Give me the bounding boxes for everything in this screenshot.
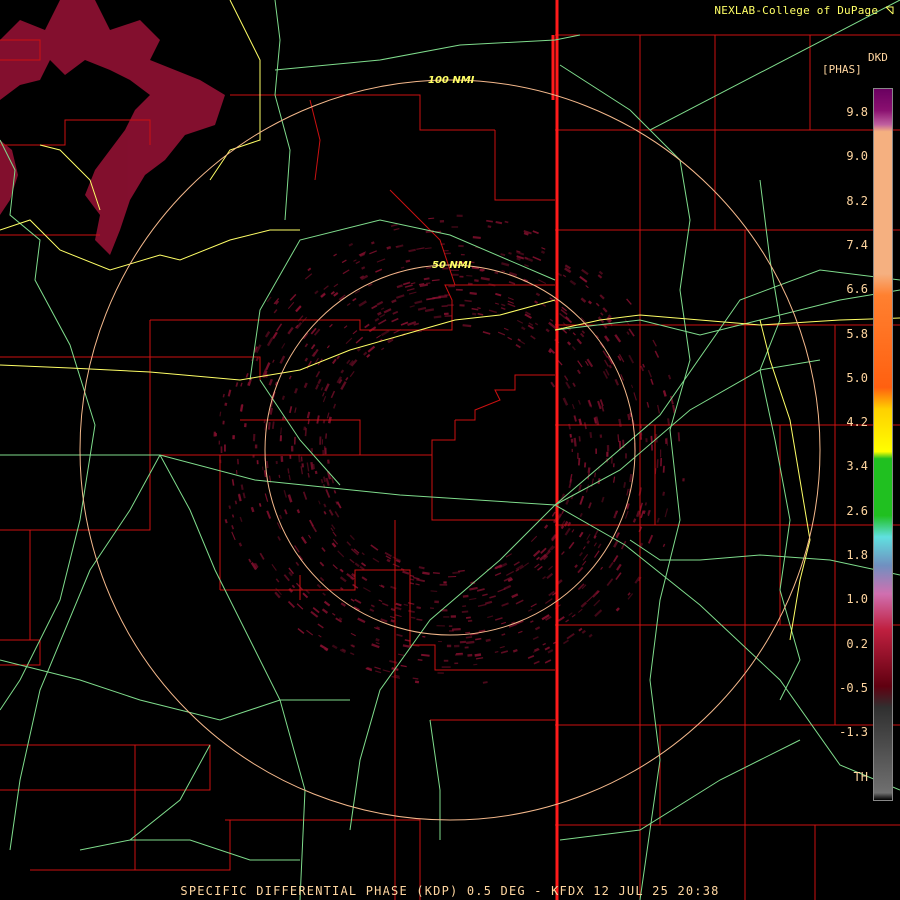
legend-tick-label: 7.4 bbox=[846, 237, 868, 252]
product-caption: SPECIFIC DIFFERENTIAL PHASE (KDP) 0.5 DE… bbox=[180, 884, 720, 898]
legend-tick-label: -1.3 bbox=[839, 725, 868, 740]
color-scale-bar bbox=[873, 88, 893, 801]
legend-tick-label: 9.0 bbox=[846, 149, 868, 164]
corner-arrow-icon bbox=[885, 6, 894, 15]
legend-tick-label: 3.4 bbox=[846, 459, 868, 474]
legend-ticks: 9.8 9.0 8.2 7.4 6.6 5.8 5.0 4.2 3.4 2.6 1.8 1.0 0.2 -… bbox=[828, 0, 872, 900]
legend-tick-label: 5.0 bbox=[846, 370, 868, 385]
legend-tick-label: 1.8 bbox=[846, 548, 868, 562]
legend-tick-label: 1.0 bbox=[846, 592, 868, 607]
ring-label-100: 100 NMI bbox=[428, 75, 475, 86]
legend-tick-label: 2.6 bbox=[846, 503, 868, 518]
radar-map: 50 NMI 100 NMI bbox=[0, 0, 900, 900]
legend-tick-label: 5.8 bbox=[846, 326, 868, 341]
legend-tick-label: 0.2 bbox=[846, 636, 868, 651]
legend-tick-label: 8.2 bbox=[846, 193, 868, 208]
legend-tick-label: -0.5 bbox=[839, 680, 868, 695]
legend-tick-label: 4.2 bbox=[846, 415, 868, 430]
legend-tick-label: TH bbox=[853, 769, 868, 784]
ring-label-50: 50 NMI bbox=[432, 260, 472, 271]
legend-tick-label: 9.8 bbox=[846, 105, 868, 119]
legend-tick-label: 6.6 bbox=[846, 282, 868, 297]
